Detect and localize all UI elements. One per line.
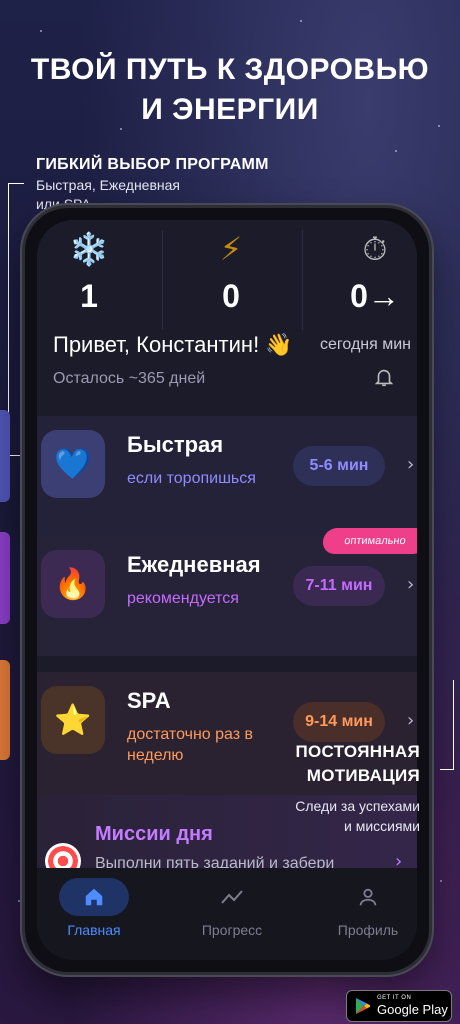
annotation-programs-title: ГИБКИЙ ВЫБОР ПРОГРАММ — [36, 156, 269, 173]
chevron-right-icon: › — [407, 710, 415, 731]
chart-icon — [177, 878, 287, 916]
duration-pill: 9-14 мин — [293, 702, 385, 742]
bell-icon[interactable] — [373, 366, 395, 388]
side-card — [0, 660, 10, 760]
program-subtitle: если торопишься — [127, 470, 256, 487]
streak-value: 1 — [80, 278, 98, 314]
program-card-daily[interactable]: оптимально 🔥 Ежедневная рекомендуется 7-… — [37, 528, 417, 656]
annotation-motivation-line-1: Следи за успехами — [295, 798, 420, 814]
side-card — [0, 410, 10, 502]
program-subtitle: рекомендуется — [127, 590, 239, 607]
lightning-icon: ⚡ — [219, 230, 243, 268]
google-play-top: GET IT ON — [377, 995, 412, 1001]
fire-icon: 🔥 — [41, 550, 105, 618]
tab-progress[interactable]: Прогресс — [177, 878, 287, 938]
bottom-tab-bar: Главная Прогресс Профиль — [37, 868, 417, 960]
chevron-right-icon: › — [407, 574, 415, 595]
program-card-quick[interactable]: 💙 Быстрая если торопишься 5-6 мин › — [37, 416, 417, 536]
greeting: Привет, Константин! 👋 — [53, 332, 293, 357]
annotation-programs-line-1: Быстрая, Ежедневная — [36, 177, 180, 193]
side-card — [0, 532, 10, 624]
missions-title: Миссии дня — [95, 823, 213, 845]
google-play-name: Google Play — [377, 1002, 448, 1017]
app-screen: ❄️ ⚡ ⏱ 1 0 0→ Привет, Константин! 👋 сего… — [37, 220, 417, 960]
star — [440, 880, 442, 882]
duration-pill: 5-6 мин — [293, 446, 385, 486]
annotation-motivation: ПОСТОЯННАЯ МОТИВАЦИЯ Следи за успехами и… — [295, 740, 420, 836]
star — [40, 30, 42, 32]
minutes-value: 0→ — [350, 278, 400, 314]
google-play-icon — [356, 998, 370, 1014]
chevron-right-icon: › — [407, 454, 415, 475]
headline: ТВОЙ ПУТЬ К ЗДОРОВЬЮ И ЭНЕРГИИ — [0, 50, 460, 130]
stats-panel: ❄️ ⚡ ⏱ 1 0 0→ Привет, Константин! 👋 сего… — [37, 220, 417, 390]
google-play-badge[interactable]: GET IT ON Google Play — [346, 990, 452, 1022]
google-play-text: GET IT ON Google Play — [377, 995, 448, 1017]
snowflake-icon: ❄️ — [69, 230, 109, 268]
star — [300, 20, 302, 22]
tab-profile[interactable]: Профиль — [313, 878, 417, 938]
annotation-motivation-title-1: ПОСТОЯННАЯ — [295, 742, 420, 761]
annotation-bracket-right — [440, 680, 454, 770]
tab-label: Прогресс — [201, 922, 263, 938]
today-minutes-label: сегодня мин — [320, 336, 411, 353]
energy-value: 0 — [222, 278, 240, 314]
stats-divider — [162, 230, 163, 330]
program-title: SPA — [127, 688, 171, 713]
tab-label: Главная — [67, 922, 121, 938]
program-subtitle: достаточно раз в неделю — [127, 726, 254, 764]
recommended-badge: оптимально — [321, 528, 417, 554]
duration-pill: 7-11 мин — [293, 566, 385, 606]
program-title: Быстрая — [127, 432, 224, 457]
stopwatch-icon: ⏱ — [362, 230, 388, 268]
star — [18, 900, 20, 902]
heart-icon: 💙 — [41, 430, 105, 498]
home-icon — [59, 878, 129, 916]
annotation-motivation-line-2: и миссиями — [343, 818, 420, 834]
program-title: Ежедневная — [127, 552, 261, 577]
phone-frame: ❄️ ⚡ ⏱ 1 0 0→ Привет, Константин! 👋 сего… — [22, 205, 432, 975]
tab-label: Профиль — [337, 922, 399, 938]
days-remaining: Осталось ~365 дней — [53, 370, 206, 387]
star — [395, 150, 397, 152]
stats-divider — [302, 230, 303, 330]
tab-home[interactable]: Главная — [39, 878, 149, 938]
annotation-motivation-title-2: МОТИВАЦИЯ — [306, 766, 420, 785]
headline-line-2: И ЭНЕРГИИ — [141, 93, 319, 126]
profile-icon — [313, 878, 417, 916]
star-icon: ⭐ — [41, 686, 105, 754]
headline-line-1: ТВОЙ ПУТЬ К ЗДОРОВЬЮ — [30, 53, 430, 86]
